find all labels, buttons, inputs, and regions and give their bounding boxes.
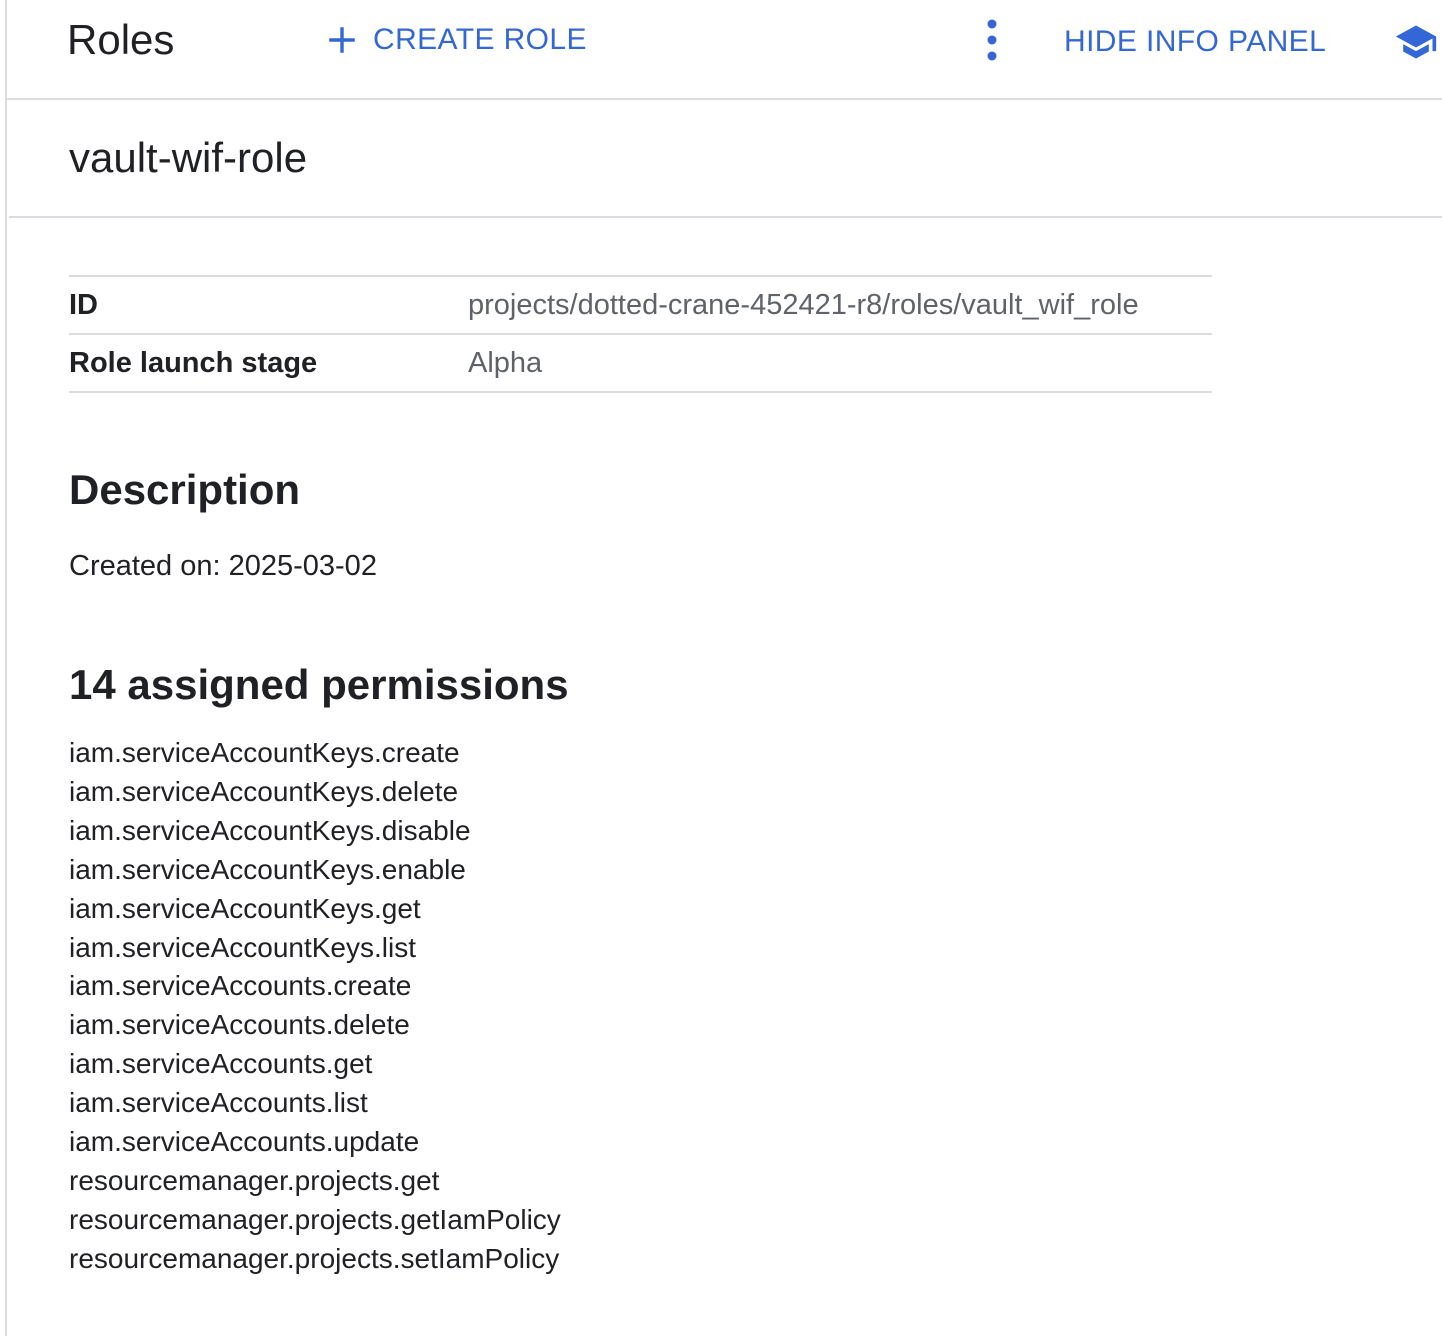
- details-key: Role launch stage: [69, 346, 318, 379]
- create-role-label: CREATE ROLE: [373, 23, 587, 56]
- permission-item: iam.serviceAccounts.update: [69, 1126, 420, 1158]
- info-panel: Roles CREATE ROLE HIDE INFO PANEL vault-…: [5, 0, 1442, 1336]
- permission-item: iam.serviceAccountKeys.disable: [69, 814, 471, 846]
- school-icon[interactable]: [1394, 20, 1438, 64]
- panel-header: Roles CREATE ROLE HIDE INFO PANEL: [7, 0, 1442, 100]
- description-heading: Description: [69, 466, 301, 513]
- role-name-bar: vault-wif-role: [9, 100, 1442, 218]
- details-value: projects/dotted-crane-452421-r8/roles/va…: [468, 288, 1139, 321]
- permission-item: iam.serviceAccounts.create: [69, 970, 412, 1002]
- create-role-button[interactable]: CREATE ROLE: [325, 18, 587, 62]
- permissions-list: iam.serviceAccountKeys.create iam.servic…: [69, 734, 561, 1279]
- permission-item: iam.serviceAccountKeys.get: [69, 892, 421, 924]
- details-key: ID: [69, 288, 98, 321]
- permission-item: iam.serviceAccountKeys.delete: [69, 775, 459, 807]
- permission-item: resourcemanager.projects.setIamPolicy: [69, 1242, 560, 1274]
- permission-item: iam.serviceAccounts.delete: [69, 1009, 410, 1041]
- permission-item: iam.serviceAccountKeys.enable: [69, 853, 466, 885]
- permissions-heading: 14 assigned permissions: [69, 661, 569, 708]
- details-value: Alpha: [468, 346, 543, 379]
- permission-item: iam.serviceAccounts.list: [69, 1087, 368, 1119]
- hide-info-panel-button[interactable]: HIDE INFO PANEL: [1064, 22, 1326, 62]
- role-name: vault-wif-role: [69, 134, 308, 181]
- role-details-table: ID projects/dotted-crane-452421-r8/roles…: [69, 275, 1212, 393]
- permission-item: iam.serviceAccounts.get: [69, 1048, 373, 1080]
- plus-icon: [329, 27, 355, 53]
- permission-item: iam.serviceAccountKeys.list: [69, 931, 417, 963]
- permission-item: resourcemanager.projects.get: [69, 1164, 440, 1196]
- description-text: Created on: 2025-03-02: [69, 550, 377, 582]
- page-title: Roles: [67, 16, 175, 63]
- details-row-id: ID projects/dotted-crane-452421-r8/roles…: [69, 277, 1212, 335]
- permission-item: iam.serviceAccountKeys.create: [69, 737, 460, 768]
- more-vert-icon[interactable]: [979, 18, 1005, 62]
- details-row-launch-stage: Role launch stage Alpha: [69, 335, 1212, 393]
- permission-item: resourcemanager.projects.getIamPolicy: [69, 1203, 561, 1235]
